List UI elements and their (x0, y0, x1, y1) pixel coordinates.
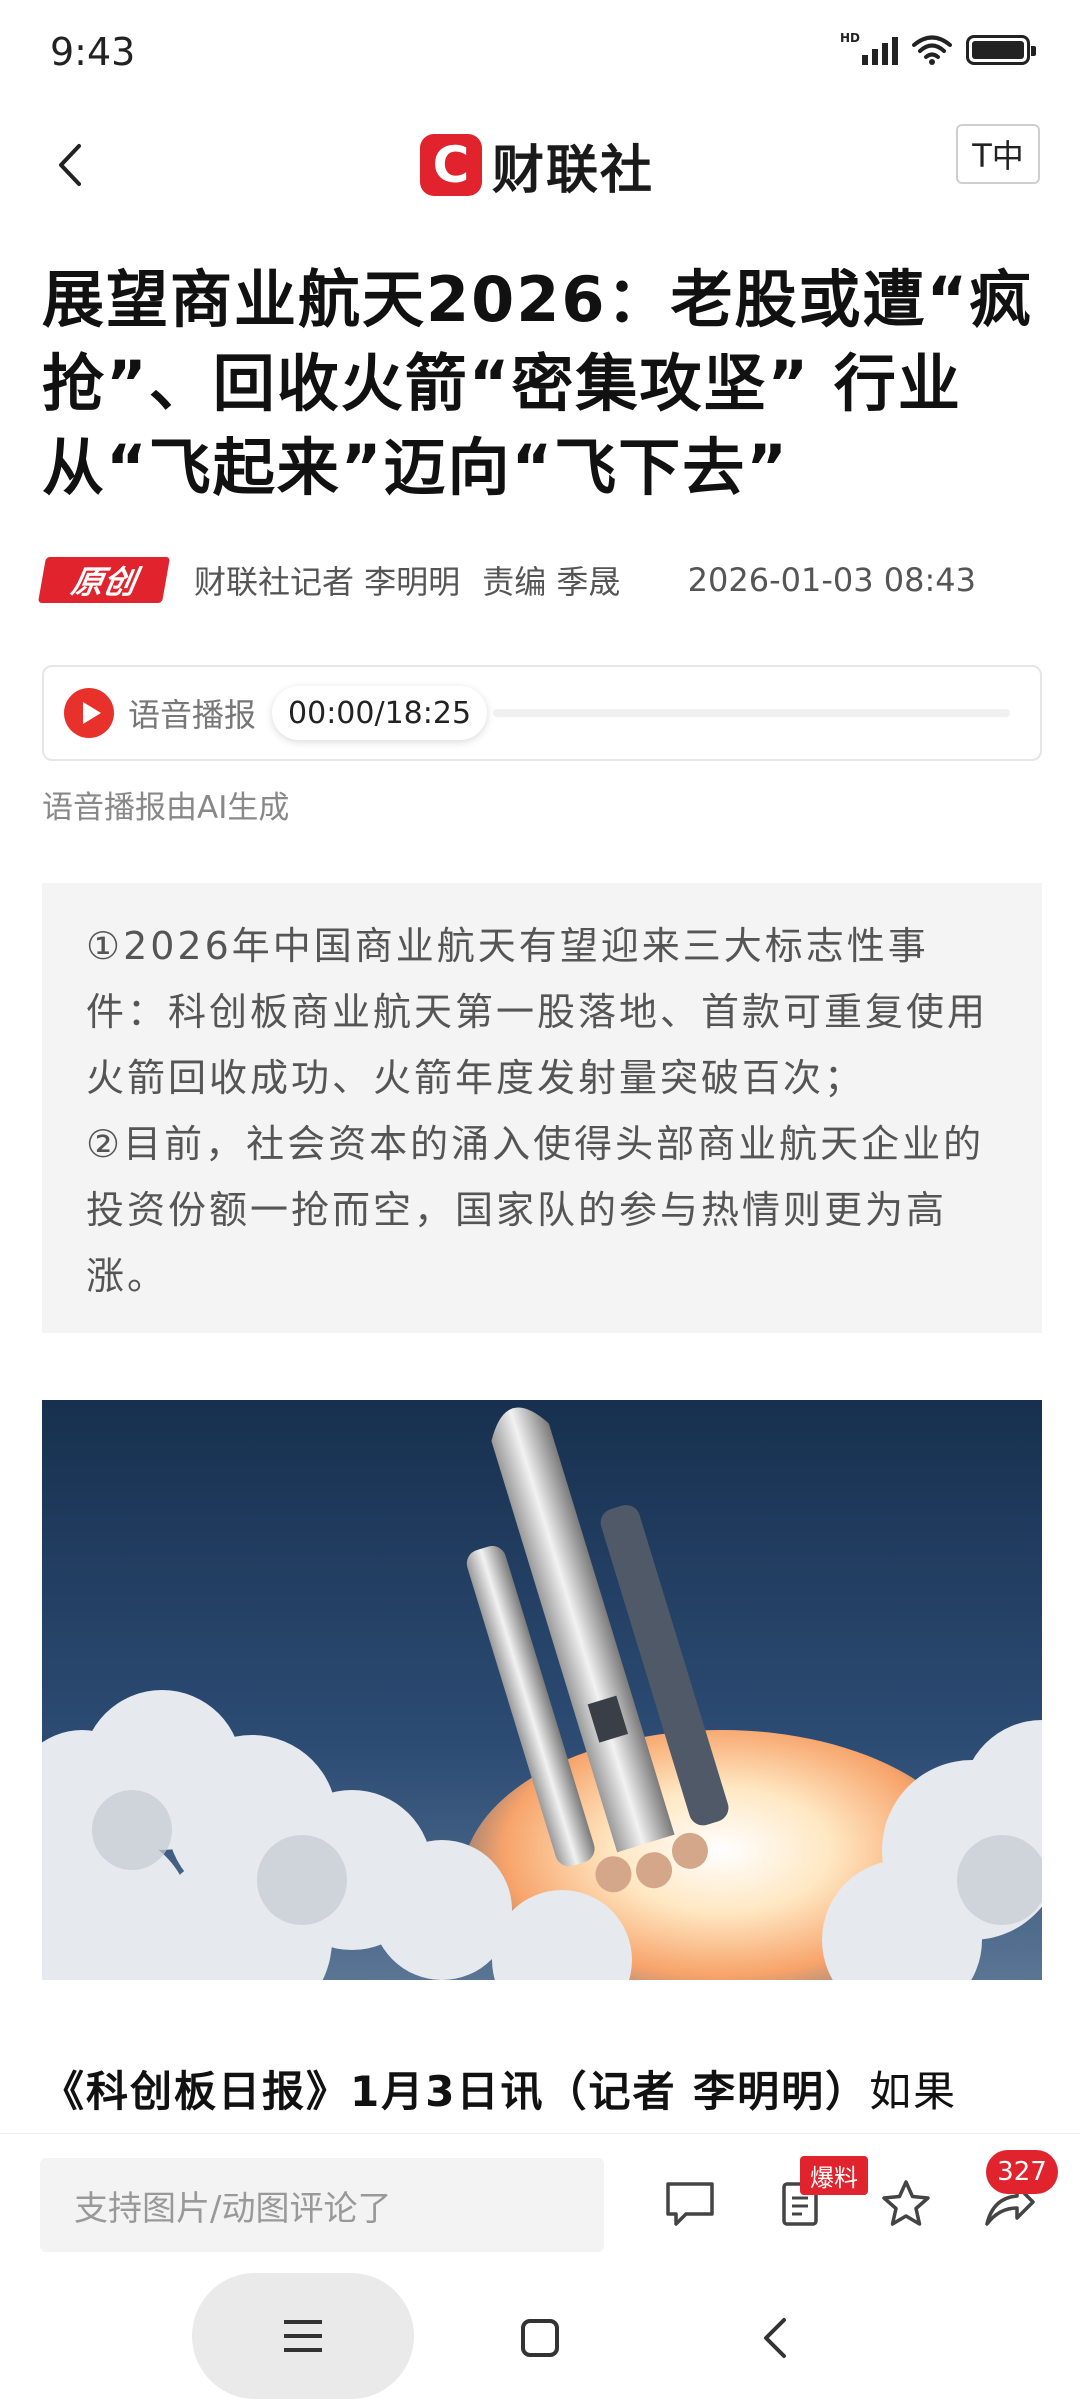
article-lead: 《科创板日报》1月3日讯（记者 李明明）如果 (42, 2058, 1042, 2118)
network-label: HD (840, 31, 861, 45)
audio-time[interactable]: 00:00/18:25 (272, 686, 488, 740)
logo-mark: C (420, 134, 482, 196)
nav-menu-button[interactable] (192, 2273, 414, 2399)
comment-input[interactable]: 支持图片/动图评论了 (40, 2158, 604, 2252)
article-author[interactable]: 财联社记者 李明明 (194, 557, 460, 603)
play-icon[interactable] (64, 688, 114, 738)
article-meta: 原创 财联社记者 李明明 责编 季晟 2026-01-03 08:43 (37, 555, 1042, 605)
font-size-button[interactable]: T中 (956, 124, 1040, 184)
back-icon (764, 2318, 786, 2358)
app-header: C 财联社 T中 (0, 110, 1080, 240)
audio-ai-note: 语音播报由AI生成 (42, 790, 290, 826)
article-editor: 责编 季晟 (482, 563, 621, 601)
star-icon (882, 2180, 930, 2226)
square-home-icon (521, 2319, 559, 2357)
nav-back-button[interactable] (745, 2308, 805, 2368)
chevron-left-icon (59, 144, 81, 186)
status-time: 9:43 (50, 30, 136, 74)
signal-icon: HD (840, 31, 898, 65)
audio-player: 语音播报 00:00/18:25 (42, 665, 1042, 761)
app-logo: C 财联社 (420, 120, 654, 210)
share-count-badge: 327 (986, 2150, 1058, 2194)
article-image-rocket-launch[interactable] (42, 1400, 1042, 1980)
summary-point-1: ①2026年中国商业航天有望迎来三大标志性事件：科创板商业航天第一股落地、首款可… (86, 924, 989, 1100)
comment-button[interactable] (660, 2174, 720, 2234)
status-icons: HD (840, 31, 1036, 66)
favorite-button[interactable] (876, 2174, 936, 2234)
audio-progress-track[interactable] (493, 709, 1010, 717)
wifi-icon (912, 35, 952, 65)
status-bar: 9:43 HD (0, 0, 1080, 110)
system-nav-bar (0, 2263, 1080, 2400)
lead-dateline: 《科创板日报》1月3日讯（记者 李明明） (42, 2067, 870, 2116)
menu-icon (284, 2320, 322, 2352)
battery-icon (966, 35, 1036, 65)
tip-off-badge: 爆料 (800, 2156, 868, 2195)
audio-label: 语音播报 (128, 696, 257, 734)
bottom-action-bar: 支持图片/动图评论了 爆料 327 (0, 2133, 1080, 2263)
article-summary: ①2026年中国商业航天有望迎来三大标志性事件：科创板商业航天第一股落地、首款可… (42, 883, 1042, 1333)
summary-point-2: ②目前，社会资本的涌入使得头部商业航天企业的投资份额一抢而空，国家队的参与热情则… (86, 1122, 985, 1298)
comment-icon (666, 2182, 714, 2226)
nav-home-button[interactable] (510, 2308, 570, 2368)
publish-time: 2026-01-03 08:43 (687, 561, 976, 599)
original-badge: 原创 (37, 557, 171, 603)
lead-text: 如果 (869, 2067, 958, 2116)
back-button[interactable] (40, 130, 100, 200)
logo-text: 财联社 (492, 140, 655, 201)
article-title: 展望商业航天2026：老股或遭“疯抢”、回收火箭“密集攻坚” 行业从“飞起来”迈… (42, 263, 1034, 504)
